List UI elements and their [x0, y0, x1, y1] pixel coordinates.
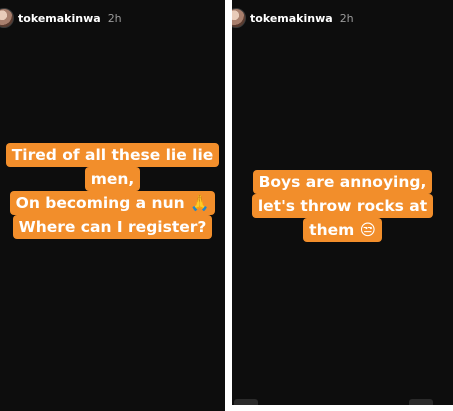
username[interactable]: tokemakinwa — [18, 12, 101, 25]
caption-line: Boys are annoying, — [252, 170, 433, 194]
caption-line: Tired of all these lie lie — [5, 143, 220, 167]
story-caption: Boys are annoying, let's throw rocks at … — [232, 170, 453, 242]
avatar-icon[interactable] — [0, 8, 14, 28]
caption-line: Where can I register? — [12, 215, 213, 239]
timestamp: 2h — [339, 11, 354, 25]
caption-line: let's throw rocks at — [251, 194, 434, 218]
story-panel-left[interactable]: tokemakinwa 2h Tired of all these lie li… — [0, 0, 225, 411]
caption-line: them 😒 — [303, 218, 382, 242]
story-caption: Tired of all these lie lie men, On becom… — [0, 143, 225, 239]
story-header: tokemakinwa 2h — [0, 8, 122, 28]
username[interactable]: tokemakinwa — [250, 12, 333, 25]
bottom-edge-mark — [409, 399, 433, 405]
story-panel-right[interactable]: tokemakinwa 2h Boys are annoying, let's … — [232, 0, 453, 405]
story-header: tokemakinwa 2h — [232, 8, 354, 28]
avatar-icon[interactable] — [232, 8, 246, 28]
caption-line: On becoming a nun 🙏 — [9, 191, 216, 215]
caption-line: men, — [84, 167, 141, 191]
bottom-edge-mark — [234, 399, 258, 405]
timestamp: 2h — [107, 11, 122, 25]
